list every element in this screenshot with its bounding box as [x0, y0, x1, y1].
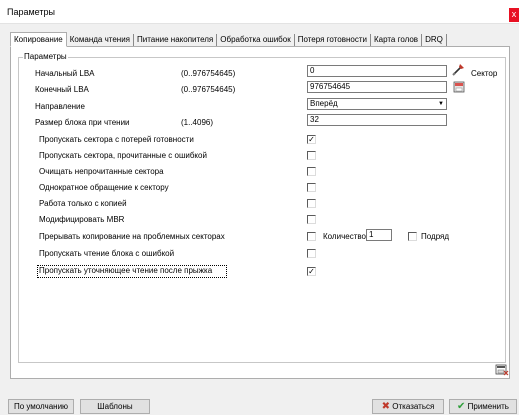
tab-panel-copy: Параметры Начальный LBA (0..976754645) 0… — [10, 46, 510, 379]
option-skip-error-sectors-label: Пропускать сектора, прочитанные с ошибко… — [39, 151, 207, 160]
pick-sector-icon[interactable] — [452, 62, 466, 76]
option-copy-only-checkbox[interactable] — [307, 199, 316, 208]
option-modify-mbr-checkbox[interactable] — [307, 215, 316, 224]
tab-strip: Копирование Команда чтения Питание накопит… — [10, 32, 447, 47]
cancel-button[interactable]: ✖ Отказаться — [372, 399, 444, 414]
count-input[interactable]: 1 — [366, 229, 392, 241]
parameters-window: Параметры x Копирование Команда чтения Пит… — [0, 0, 519, 415]
option-interrupt-copy-checkbox[interactable] — [307, 232, 316, 241]
option-skip-refine-read-checkbox[interactable]: ✓ — [307, 267, 316, 276]
apply-button[interactable]: ✔ Применить — [449, 399, 517, 414]
defaults-button[interactable]: По умолчанию — [8, 399, 74, 414]
start-lba-input[interactable]: 0 — [307, 65, 447, 77]
option-copy-only-label: Работа только с копией — [39, 199, 127, 208]
consecutive-checkbox[interactable] — [408, 232, 417, 241]
block-size-label: Размер блока при чтении — [35, 118, 130, 127]
sector-label: Сектор — [471, 69, 498, 78]
window-title: Параметры — [7, 7, 55, 17]
apply-check-icon: ✔ — [457, 401, 466, 412]
option-interrupt-copy-label: Прерывать копирование на проблемных сект… — [39, 232, 225, 241]
start-lba-label: Начальный LBA — [35, 69, 95, 78]
option-single-access-label: Однократное обращение к сектору — [39, 183, 169, 192]
consecutive-label: Подряд — [421, 232, 450, 241]
templates-button[interactable]: Шаблоны — [80, 399, 150, 414]
separator — [39, 301, 481, 302]
option-single-access-checkbox[interactable] — [307, 183, 316, 192]
end-lba-range: (0..976754645) — [181, 85, 236, 94]
option-clear-unread-checkbox[interactable] — [307, 167, 316, 176]
title-bar: Параметры x — [0, 0, 519, 24]
count-label: Количество — [323, 232, 366, 241]
option-modify-mbr-label: Модифицировать MBR — [39, 215, 125, 224]
end-lba-label: Конечный LBA — [35, 85, 89, 94]
cancel-x-icon: ✖ — [381, 401, 391, 412]
option-clear-unread-label: Очищать непрочитанные сектора — [39, 167, 164, 176]
chevron-down-icon[interactable]: ▼ — [436, 99, 446, 109]
tab-copy[interactable]: Копирование — [10, 32, 67, 47]
start-lba-range: (0..976754645) — [181, 69, 236, 78]
direction-value: Вперёд — [310, 99, 338, 108]
option-skip-error-block-label: Пропускать чтение блока с ошибкой — [39, 249, 175, 258]
end-lba-icon[interactable] — [452, 80, 466, 94]
direction-label: Направление — [35, 102, 85, 111]
option-skip-refine-read-label: Пропускать уточняющее чтение после прыжк… — [39, 266, 213, 275]
end-lba-input[interactable]: 976754645 — [307, 81, 447, 93]
option-skip-error-block-checkbox[interactable] — [307, 249, 316, 258]
option-skip-error-sectors-checkbox[interactable] — [307, 151, 316, 160]
group-legend: Параметры — [23, 52, 68, 62]
save-settings-icon[interactable] — [495, 363, 509, 377]
direction-select[interactable]: Вперёд ▼ — [307, 98, 447, 110]
block-size-input[interactable]: 32 — [307, 114, 447, 126]
block-size-range: (1..4096) — [181, 118, 214, 127]
close-button[interactable]: x — [509, 8, 519, 22]
option-skip-not-ready-label: Пропускать сектора с потерей готовности — [39, 135, 194, 144]
option-skip-not-ready-checkbox[interactable]: ✓ — [307, 135, 316, 144]
